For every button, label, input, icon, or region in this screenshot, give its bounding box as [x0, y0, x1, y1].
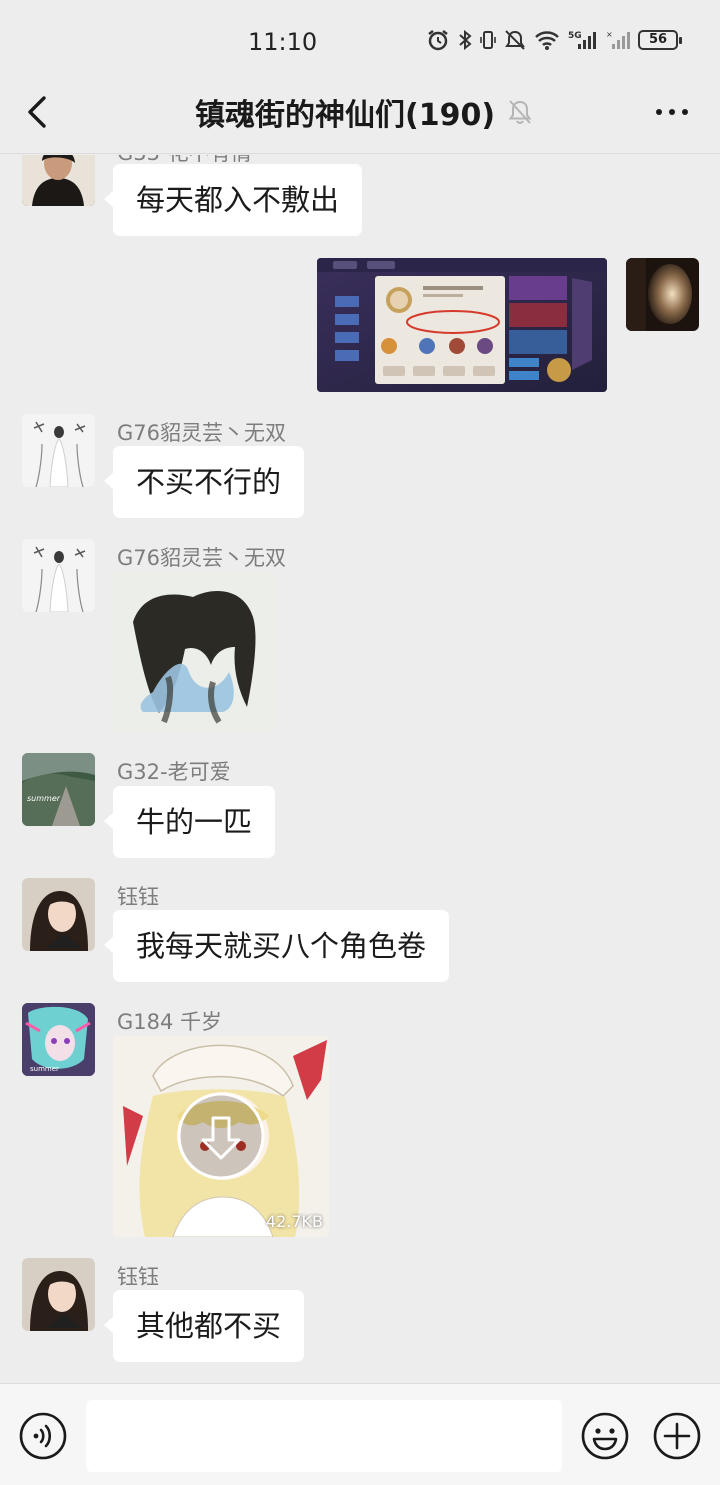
avatar[interactable]: summer	[22, 1003, 95, 1076]
signal-5g-icon: 5G	[568, 31, 596, 49]
sender-name: 钰钰	[117, 885, 159, 909]
anime-image	[113, 1036, 329, 1237]
message-input[interactable]	[86, 1400, 562, 1472]
status-icons: 5G × 56	[426, 29, 682, 51]
chat-title: 镇魂街的神仙们(190)	[195, 98, 496, 133]
sticker-image	[113, 572, 275, 732]
message-bubble[interactable]: 牛的一匹	[103, 786, 276, 858]
avatar[interactable]	[22, 155, 95, 206]
back-button[interactable]	[18, 90, 58, 134]
sticker-message[interactable]	[113, 572, 275, 732]
mute-icon	[505, 30, 525, 50]
my-avatar[interactable]	[626, 258, 699, 331]
chat-header: 镇魂街的神仙们(190)	[0, 70, 720, 154]
avatar[interactable]	[22, 1258, 95, 1331]
message-bubble[interactable]: 每天都入不敷出	[103, 164, 363, 236]
message-bubble[interactable]: 不买不行的	[103, 446, 305, 518]
svg-text:summer: summer	[30, 1065, 59, 1073]
bluetooth-icon	[459, 29, 472, 51]
status-bar: 11:10 5G × 56	[0, 0, 720, 70]
svg-text:5G: 5G	[568, 31, 582, 41]
image-size: 42.7KB	[265, 1212, 323, 1231]
message-bubble[interactable]: 其他都不买	[103, 1290, 305, 1362]
svg-text:summer: summer	[27, 794, 61, 803]
sender-name: G76貂灵芸丶无双	[117, 546, 286, 570]
message-bubble[interactable]: 我每天就买八个角色卷	[103, 910, 450, 982]
title-wrap: 镇魂街的神仙们(190)	[195, 90, 533, 134]
image-message[interactable]: 42.7KB	[113, 1036, 329, 1237]
image-message[interactable]	[317, 258, 607, 392]
sender-name: G76貂灵芸丶无双	[117, 421, 286, 445]
more-button[interactable]	[654, 100, 690, 124]
sender-name: G184 千岁	[117, 1010, 223, 1034]
battery-icon: 56	[638, 30, 682, 50]
avatar[interactable]	[22, 539, 95, 612]
wifi-icon	[535, 31, 559, 50]
sender-name: 钰钰	[117, 1265, 159, 1289]
plus-button[interactable]	[652, 1411, 702, 1461]
svg-text:×: ×	[606, 30, 613, 39]
bell-off-icon	[508, 100, 532, 125]
alarm-icon	[428, 30, 448, 51]
input-bar	[0, 1383, 720, 1485]
game-screenshot-image	[317, 258, 607, 392]
avatar[interactable]: summer	[22, 753, 95, 826]
avatar[interactable]	[22, 414, 95, 487]
chat-message-list[interactable]: G33-花不有情 每天都入不敷出	[0, 155, 720, 1383]
emoji-button[interactable]	[580, 1411, 630, 1461]
sender-name: G32-老可爱	[117, 760, 231, 784]
status-time: 11:10	[248, 28, 318, 56]
avatar[interactable]	[22, 878, 95, 951]
vibrate-icon	[480, 31, 496, 49]
voice-button[interactable]	[18, 1411, 68, 1461]
signal-icon: ×	[606, 30, 630, 49]
